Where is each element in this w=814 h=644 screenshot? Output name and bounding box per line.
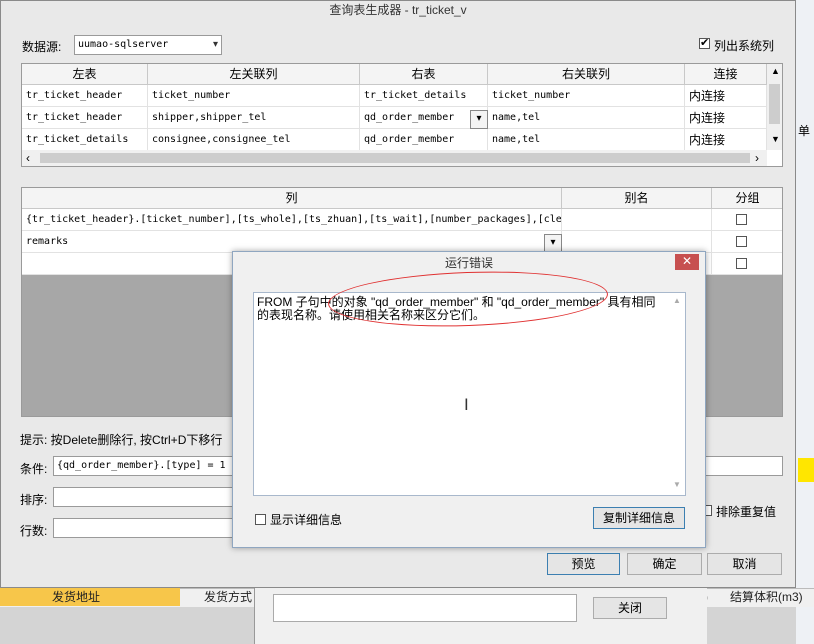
join-cell[interactable]: qd_order_member [360, 129, 488, 151]
background-app-panel: 单 [796, 0, 814, 644]
datasource-value: uumao-sqlserver [78, 39, 169, 50]
join-cell[interactable]: qd_order_member [360, 107, 488, 129]
group-cell[interactable] [712, 209, 782, 231]
join-grid: 左表 左关联列 右表 右关联列 连接 tr_ticket_header tick… [21, 63, 783, 167]
background-cell-4: 结算体积(m3) [730, 590, 803, 604]
window-title: 查询表生成器 - tr_ticket_v [1, 1, 795, 19]
column-header-alias[interactable]: 别名 [562, 188, 712, 209]
join-cell[interactable]: 内连接 [685, 85, 767, 107]
scroll-left-icon[interactable]: ‹ [26, 150, 30, 166]
join-cell[interactable]: tr_ticket_header [22, 85, 148, 107]
background-cell-1: 发货地址 [52, 590, 101, 604]
scroll-up-icon[interactable]: ▲ [771, 66, 780, 76]
column-cell[interactable]: {tr_ticket_header}.[ticket_number],[ts_w… [22, 209, 562, 231]
background-yellow-cell [798, 458, 814, 482]
join-vertical-scrollbar[interactable]: ▲ ▼ [767, 64, 782, 150]
join-cell[interactable]: ticket_number [488, 85, 685, 107]
rows-label: 行数: [20, 524, 48, 538]
join-header-left-table[interactable]: 左表 [22, 64, 148, 85]
join-cell[interactable]: tr_ticket_details [360, 85, 488, 107]
datasource-select[interactable]: uumao-sqlserver ▾ [74, 35, 222, 55]
close-icon[interactable]: ✕ [675, 254, 699, 270]
background-close-button[interactable]: 关闭 [593, 597, 667, 619]
join-cell[interactable]: 内连接 [685, 107, 767, 129]
ok-button[interactable]: 确定 [627, 553, 702, 575]
alias-cell[interactable] [562, 209, 712, 231]
join-cell[interactable]: name,tel [488, 129, 685, 151]
join-cell[interactable]: ticket_number [148, 85, 360, 107]
sort-label: 排序: [20, 493, 48, 507]
join-header-right-table[interactable]: 右表 [360, 64, 488, 85]
cancel-button[interactable]: 取消 [707, 553, 782, 575]
scroll-right-icon[interactable]: › [755, 150, 759, 166]
join-cell[interactable]: tr_ticket_header [22, 107, 148, 129]
chevron-down-icon: ▾ [550, 237, 556, 248]
scroll-up-icon[interactable]: ▲ [673, 296, 681, 305]
list-system-checkbox[interactable] [699, 36, 710, 49]
join-cell[interactable]: shipper,shipper_tel [148, 107, 360, 129]
column-header-col[interactable]: 列 [22, 188, 562, 209]
right-table-dropdown[interactable]: ▾ [470, 110, 488, 129]
message-scrollbar[interactable]: ▲ ▼ [670, 294, 684, 494]
group-checkbox[interactable] [736, 258, 747, 269]
error-dialog-title: 运行错误 [444, 256, 493, 270]
column-cell[interactable]: remarks [22, 231, 562, 253]
join-cell[interactable]: consignee,consignee_tel [148, 129, 360, 151]
copy-details-button[interactable]: 复制详细信息 [593, 507, 685, 529]
scroll-down-icon[interactable]: ▼ [771, 134, 780, 144]
alias-cell[interactable] [562, 231, 712, 253]
scroll-thumb[interactable] [40, 153, 750, 163]
preview-button[interactable]: 预览 [547, 553, 620, 575]
list-system-label: 列出系统列 [714, 39, 775, 53]
datasource-label: 数据源: [22, 40, 62, 54]
join-horizontal-scrollbar[interactable]: ‹ › [22, 150, 767, 166]
join-cell[interactable]: name,tel [488, 107, 685, 129]
column-header-group[interactable]: 分组 [712, 188, 782, 209]
scroll-thumb[interactable] [769, 84, 780, 124]
group-cell[interactable] [712, 253, 782, 275]
join-cell[interactable]: tr_ticket_details [22, 129, 148, 151]
condition-label: 条件: [20, 462, 48, 476]
background-cell-2: 发货方式 [204, 590, 253, 604]
join-header-left-col[interactable]: 左关联列 [148, 64, 360, 85]
join-header-join-type[interactable]: 连接 [685, 64, 767, 85]
background-side-label: 单 [798, 124, 811, 138]
join-header-right-col[interactable]: 右关联列 [488, 64, 685, 85]
group-checkbox[interactable] [736, 214, 747, 225]
hint-text: 提示: 按Delete删除行, 按Ctrl+D下移行 [20, 433, 223, 447]
dedupe-label: 排除重复值 [716, 505, 777, 519]
group-cell[interactable] [712, 231, 782, 253]
text-cursor-icon: Ⅰ [464, 397, 469, 414]
background-textarea[interactable] [273, 594, 577, 622]
background-lower-panel: 关闭 [254, 588, 707, 644]
group-checkbox[interactable] [736, 236, 747, 247]
chevron-down-icon: ▾ [476, 113, 482, 124]
chevron-down-icon: ▾ [212, 39, 218, 50]
show-details-checkbox[interactable] [255, 514, 266, 525]
join-cell[interactable]: 内连接 [685, 129, 767, 151]
scroll-down-icon[interactable]: ▼ [673, 480, 681, 489]
show-details-label: 显示详细信息 [270, 513, 343, 527]
